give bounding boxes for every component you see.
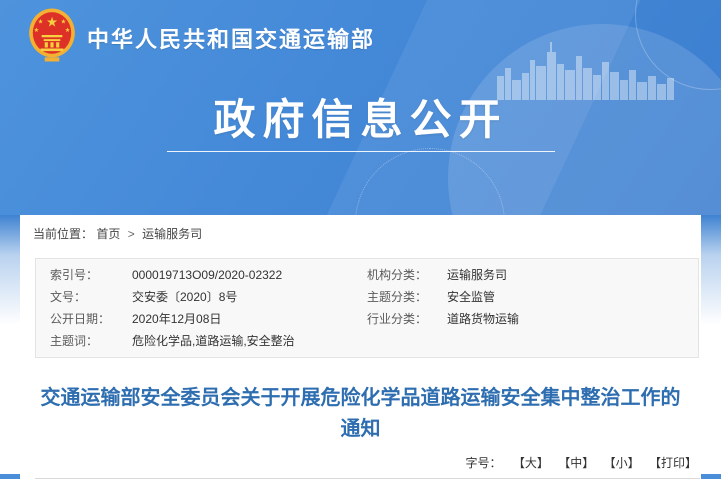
meta-label-keywords: 主题词： (36, 330, 132, 352)
font-size-medium-button[interactable]: 【中】 (558, 456, 594, 470)
document-metadata-table: 索引号： 000019713O09/2020-02322 机构分类： 运输服务司… (35, 258, 699, 358)
svg-text:★: ★ (46, 15, 58, 30)
top-banner: ★ ★ ★ ★ ★ 中华人民共和国交通运输部 政府信息公开 (0, 0, 721, 215)
site-logo[interactable]: ★ ★ ★ ★ ★ 中华人民共和国交通运输部 (28, 8, 375, 67)
meta-value-index-no: 000019713O09/2020-02322 (132, 264, 367, 286)
table-row: 文号： 交安委〔2020〕8号 主题分类： 安全监管 (36, 286, 698, 308)
svg-text:★: ★ (61, 19, 67, 26)
table-row: 索引号： 000019713O09/2020-02322 机构分类： 运输服务司 (36, 264, 698, 286)
meta-value-topic-category: 安全监管 (447, 286, 698, 308)
table-row: 主题词： 危险化学品,道路运输,安全整治 (36, 330, 698, 352)
font-size-small-button[interactable]: 【小】 (604, 456, 640, 470)
title-underline (167, 151, 555, 152)
meta-value-industry-category: 道路货物运输 (447, 308, 698, 330)
document-title: 交通运输部安全委员会关于开展危险化学品道路运输安全集中整治工作的通知 (34, 383, 687, 445)
national-emblem-icon: ★ ★ ★ ★ ★ (28, 8, 76, 67)
meta-label-doc-no: 文号： (36, 286, 132, 308)
font-size-toolbar: 字号： 【大】 【中】 【小】 【打印】 (20, 454, 697, 471)
ministry-name: 中华人民共和国交通运输部 (87, 22, 375, 54)
meta-value-keywords: 危险化学品,道路运输,安全整治 (132, 330, 367, 352)
print-button[interactable]: 【打印】 (649, 456, 697, 470)
meta-label-org-category: 机构分类： (367, 264, 447, 286)
breadcrumb: 当前位置： 首页 > 运输服务司 (20, 215, 701, 249)
meta-value-org-category: 运输服务司 (447, 264, 698, 286)
meta-label-topic-category: 主题分类： (367, 286, 447, 308)
meta-value-empty (447, 330, 698, 352)
breadcrumb-current-link[interactable]: 运输服务司 (142, 227, 202, 241)
font-size-large-button[interactable]: 【大】 (513, 456, 549, 470)
meta-value-doc-no: 交安委〔2020〕8号 (132, 286, 367, 308)
meta-label-index-no: 索引号： (36, 264, 132, 286)
svg-text:★: ★ (38, 19, 44, 26)
meta-label-publish-date: 公开日期： (36, 308, 132, 330)
svg-text:★: ★ (65, 27, 71, 34)
font-size-label: 字号： (466, 456, 502, 470)
content-panel: 当前位置： 首页 > 运输服务司 索引号： 000019713O09/2020-… (20, 215, 701, 479)
breadcrumb-home-link[interactable]: 首页 (96, 227, 120, 241)
svg-text:★: ★ (34, 27, 40, 34)
meta-label-industry-category: 行业分类： (367, 308, 447, 330)
table-row: 公开日期： 2020年12月08日 行业分类： 道路货物运输 (36, 308, 698, 330)
breadcrumb-separator: > (128, 227, 135, 241)
breadcrumb-label: 当前位置： (33, 227, 93, 241)
page-title: 政府信息公开 (0, 86, 721, 147)
meta-label-empty (367, 330, 447, 352)
meta-value-publish-date: 2020年12月08日 (132, 308, 367, 330)
